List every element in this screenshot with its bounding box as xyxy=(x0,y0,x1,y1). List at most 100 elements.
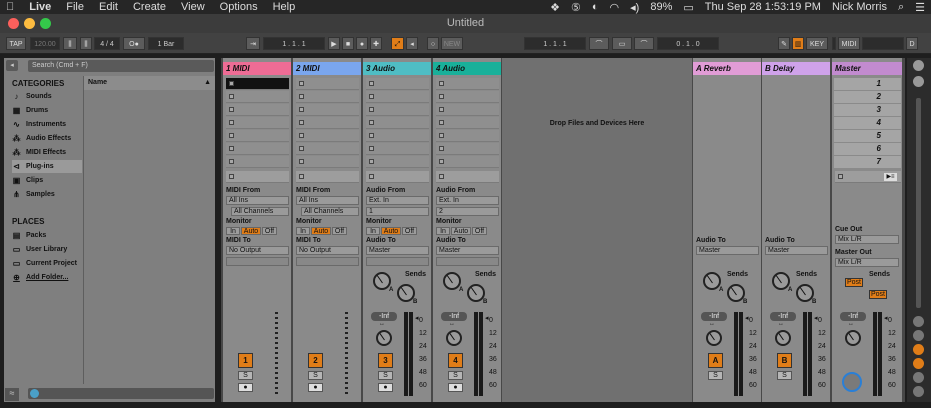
clip-stop-icon[interactable] xyxy=(299,159,304,164)
track-stop-button[interactable] xyxy=(436,171,499,183)
browser-search-input[interactable]: Search (Cmd + F) xyxy=(28,60,214,72)
arm-button[interactable]: ● xyxy=(448,383,463,392)
clip-slot[interactable] xyxy=(226,143,289,155)
name-column-header[interactable]: Name ▲ xyxy=(84,76,215,90)
browser-toggle-icon[interactable]: ◂ xyxy=(6,60,18,71)
place-current-project[interactable]: ▭ Current Project xyxy=(12,257,82,270)
io-from-select[interactable]: All Ins xyxy=(296,196,359,205)
play-icon[interactable]: ▶ xyxy=(328,37,340,50)
clip-stop-icon[interactable] xyxy=(229,81,234,86)
scene-launch-2[interactable]: 2 xyxy=(834,91,901,103)
clock[interactable]: Thu Sep 28 1:53:19 PM xyxy=(705,1,821,13)
cue-out-select[interactable]: Mix L/R xyxy=(835,235,899,244)
nudge-up-icon[interactable]: ⫼ xyxy=(80,37,92,50)
scene-launch-7[interactable]: 7 xyxy=(834,156,901,168)
monitor-off[interactable]: Off xyxy=(402,227,417,235)
clip-stop-icon[interactable] xyxy=(369,94,374,99)
io-to-sub-select[interactable] xyxy=(366,257,429,266)
arm-button[interactable]: ● xyxy=(308,383,323,392)
clip-slot[interactable] xyxy=(226,117,289,129)
stop-all-arrow-icon[interactable]: ▶≡ xyxy=(884,173,897,181)
add-folder-link[interactable]: ⊕ Add Folder... xyxy=(12,271,82,284)
contrast-icon[interactable]: ◐ xyxy=(592,1,599,13)
stop-icon[interactable]: ■ xyxy=(342,37,354,50)
clip-stop-icon[interactable] xyxy=(369,120,374,125)
menu-options[interactable]: Options xyxy=(220,1,258,13)
io-to-select[interactable]: No Output xyxy=(296,246,359,255)
monitor-in[interactable]: In xyxy=(366,227,380,235)
scene-launch-3[interactable]: 3 xyxy=(834,104,901,116)
apple-icon[interactable]:  xyxy=(6,1,14,13)
place-user-library[interactable]: ▭ User Library xyxy=(12,243,82,256)
volume-field[interactable]: -Inf xyxy=(770,312,796,321)
track-activator-4[interactable]: 4 xyxy=(448,353,463,368)
arm-button[interactable]: ● xyxy=(378,383,393,392)
clip-stop-icon[interactable] xyxy=(439,146,444,151)
clip-view-icon[interactable] xyxy=(913,60,924,71)
category-sounds[interactable]: ♪ Sounds xyxy=(12,90,82,103)
monitor-off[interactable]: Off xyxy=(332,227,347,235)
stop-square-icon[interactable] xyxy=(229,174,234,179)
computer-midi-icon[interactable]: ▥ xyxy=(792,37,804,50)
category-plug-ins[interactable]: ⊲ Plug-ins xyxy=(12,160,82,173)
solo-button[interactable]: S xyxy=(378,371,393,380)
monitor-auto[interactable]: Auto xyxy=(241,227,261,235)
clip-stop-icon[interactable] xyxy=(369,146,374,151)
draw-mode-icon[interactable]: ✎ xyxy=(778,37,790,50)
pan-knob[interactable] xyxy=(775,330,791,346)
category-instruments[interactable]: ∿ Instruments xyxy=(12,118,82,131)
scene-launch-5[interactable]: 5 xyxy=(834,130,901,142)
clip-stop-icon[interactable] xyxy=(439,107,444,112)
clip-slot[interactable] xyxy=(226,130,289,142)
session-record-icon[interactable]: ○ xyxy=(427,37,439,50)
category-audio-effects[interactable]: ⁂ Audio Effects xyxy=(12,132,82,145)
clip-slot[interactable] xyxy=(296,143,359,155)
clip-slot[interactable] xyxy=(296,104,359,116)
drop-area[interactable]: Drop Files and Devices Here xyxy=(502,58,692,402)
clip-slot[interactable] xyxy=(436,104,499,116)
clip-slot[interactable] xyxy=(366,143,429,155)
clip-stop-icon[interactable] xyxy=(369,81,374,86)
track-header-4[interactable]: 4 Audio xyxy=(433,62,501,75)
clip-slot[interactable] xyxy=(436,130,499,142)
groove-pool-icon[interactable]: ≈ xyxy=(5,388,19,401)
post-button-b[interactable]: Post xyxy=(869,290,887,299)
track-header-3[interactable]: 3 Audio xyxy=(363,62,431,75)
category-drums[interactable]: ▦ Drums xyxy=(12,104,82,117)
io-channel-select[interactable]: All Channels xyxy=(231,207,289,216)
solo-button[interactable]: S xyxy=(708,371,723,380)
volume-field[interactable]: -Inf xyxy=(701,312,727,321)
quantize-menu[interactable]: 1 Bar xyxy=(148,37,184,50)
volume-field[interactable]: -Inf xyxy=(441,312,467,321)
clip-stop-icon[interactable] xyxy=(439,120,444,125)
menu-file[interactable]: File xyxy=(66,1,84,13)
loop-start-field[interactable]: 1 . 1 . 1 xyxy=(524,37,586,50)
clip-stop-icon[interactable] xyxy=(229,120,234,125)
io-from-select[interactable]: Ext. In xyxy=(436,196,499,205)
clip-stop-icon[interactable] xyxy=(369,159,374,164)
clip-stop-icon[interactable] xyxy=(369,133,374,138)
dropbox-icon[interactable]: ❖ xyxy=(550,1,560,14)
monitor-auto[interactable]: Auto xyxy=(451,227,471,235)
cue-volume-knob[interactable] xyxy=(842,372,862,392)
loop-switch-icon[interactable]: ▭ xyxy=(612,37,632,50)
solo-button[interactable]: S xyxy=(448,371,463,380)
monitor-auto[interactable]: Auto xyxy=(311,227,331,235)
spotlight-icon[interactable]: ⌕ xyxy=(898,1,904,14)
clip-slot[interactable] xyxy=(226,91,289,103)
clip-slot[interactable] xyxy=(436,117,499,129)
pan-knob[interactable] xyxy=(376,330,392,346)
tempo-field[interactable]: 120.00 xyxy=(30,37,60,50)
menu-edit[interactable]: Edit xyxy=(99,1,118,13)
io-to-select[interactable]: No Output xyxy=(226,246,289,255)
track-activator-3[interactable]: 3 xyxy=(378,353,393,368)
io-from-select[interactable]: All Ins xyxy=(226,196,289,205)
track-stop-button[interactable] xyxy=(296,171,359,183)
clip-slot[interactable] xyxy=(366,117,429,129)
arrangement-view-icon[interactable] xyxy=(913,76,924,87)
io-channel-select[interactable]: All Channels xyxy=(301,207,359,216)
clip-slot[interactable] xyxy=(226,104,289,116)
clip-stop-icon[interactable] xyxy=(299,81,304,86)
menu-help[interactable]: Help xyxy=(273,1,296,13)
clip-stop-icon[interactable] xyxy=(229,146,234,151)
